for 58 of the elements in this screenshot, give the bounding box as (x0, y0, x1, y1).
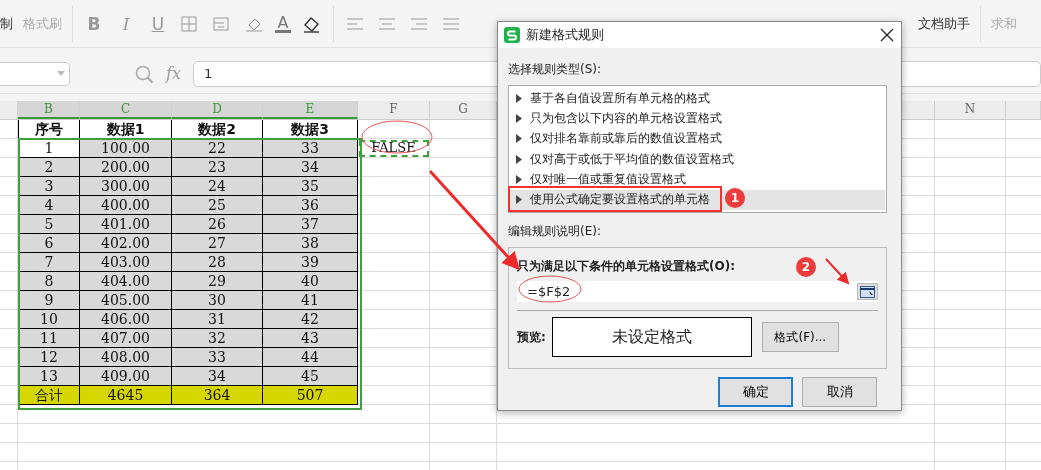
table-cell: 35 (263, 177, 358, 196)
table-cell: 12 (18, 348, 80, 367)
table-cell: 403.00 (80, 253, 172, 272)
table-cell: 408.00 (80, 348, 172, 367)
table-cell: 7 (18, 253, 80, 272)
table-cell: 合计 (18, 386, 80, 405)
table-cell: 31 (172, 310, 263, 329)
table-cell: 4645 (80, 386, 172, 405)
section-label: 选择规则类型(S): (508, 61, 603, 78)
table-cell: 45 (263, 367, 358, 386)
table-cell: 401.00 (80, 215, 172, 234)
table-cell: 2 (18, 158, 80, 177)
table-cell: 11 (18, 329, 80, 348)
table-cell: 8 (18, 272, 80, 291)
table-cell: 39 (263, 253, 358, 272)
dialog-title: 新建格式规则 (526, 26, 605, 44)
table-cell: 404.00 (80, 272, 172, 291)
table-cell: FALSE (358, 139, 430, 158)
table-cell: 25 (172, 196, 263, 215)
table-cell: 9 (18, 291, 80, 310)
table-cell: 34 (263, 158, 358, 177)
table-cell: 13 (18, 367, 80, 386)
table-cell: 30 (172, 291, 263, 310)
table-cell: 364 (172, 386, 263, 405)
table-cell: 300.00 (80, 177, 172, 196)
table-cell: 26 (172, 215, 263, 234)
table-cell: 400.00 (80, 196, 172, 215)
table-cell: 37 (263, 215, 358, 234)
table-cell: 4 (18, 196, 80, 215)
table-cell: 407.00 (80, 329, 172, 348)
table-cell: 24 (172, 177, 263, 196)
table-cell: 34 (172, 367, 263, 386)
table-cell: 27 (172, 234, 263, 253)
table-cell: 402.00 (80, 234, 172, 253)
table-cell: 507 (263, 386, 358, 405)
preview-box: 未设定格式 (551, 317, 752, 357)
section-label: 编辑规则说明(E): (508, 223, 602, 240)
table-cell: 5 (18, 215, 80, 234)
table-cell: 406.00 (80, 310, 172, 329)
table-cell: 3 (18, 177, 80, 196)
table-cell: 28 (172, 253, 263, 272)
table-cell: 43 (263, 329, 358, 348)
table-cell: 405.00 (80, 291, 172, 310)
table-cell: 200.00 (80, 158, 172, 177)
table-cell: 41 (263, 291, 358, 310)
table-cell: 23 (172, 158, 263, 177)
table-cell: 44 (263, 348, 358, 367)
table-cell: 32 (172, 329, 263, 348)
preview-label: 预览: (517, 328, 546, 346)
table-cell: 409.00 (80, 367, 172, 386)
table-cell: 38 (263, 234, 358, 253)
table-cell: 42 (263, 310, 358, 329)
table-cell: 36 (263, 196, 358, 215)
table-cell: 29 (172, 272, 263, 291)
table-cell: 6 (18, 234, 80, 253)
table-cell: 33 (172, 348, 263, 367)
table-cell: 10 (18, 310, 80, 329)
table-cell: 40 (263, 272, 358, 291)
